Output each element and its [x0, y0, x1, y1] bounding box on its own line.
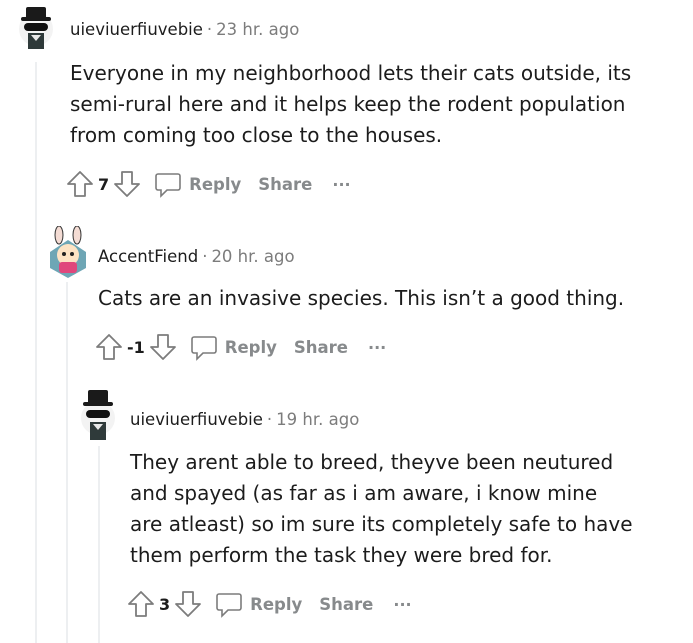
- comment-bubble-icon: [216, 593, 242, 618]
- upvote-icon[interactable]: [127, 589, 155, 619]
- share-label: Share: [319, 594, 374, 614]
- meta-separator: ·: [266, 410, 273, 429]
- share-button[interactable]: Share: [319, 595, 373, 614]
- reply-button[interactable]: Reply: [214, 589, 302, 619]
- timestamp[interactable]: 19 hr. ago: [276, 410, 359, 429]
- snoo-tophat-avatar: [81, 390, 115, 440]
- more-icon: ···: [393, 594, 412, 614]
- comment-body: They arent able to breed, theyve been ne…: [130, 447, 633, 571]
- more-options-button[interactable]: ···: [393, 595, 411, 614]
- author-name[interactable]: uieviuerfiuvebie: [130, 410, 263, 429]
- comment-actions: 3 Reply Share ···: [127, 588, 412, 620]
- reply-label: Reply: [250, 594, 303, 614]
- comment: uieviuerfiuvebie · 19 hr. ago They arent a…: [0, 0, 693, 643]
- vote-score: 3: [159, 594, 171, 614]
- downvote-icon[interactable]: [174, 589, 202, 619]
- avatar[interactable]: [76, 388, 118, 440]
- comment-body-line: They arent able to breed, theyve been ne…: [130, 450, 614, 474]
- comment-body-line: are atleast) so im sure its completely s…: [130, 512, 633, 536]
- comment-body-line: them perform the task they were bred for…: [130, 543, 553, 567]
- comment-body-line: and spayed (as far as i am aware, i know…: [130, 481, 598, 505]
- comment-meta: uieviuerfiuvebie · 19 hr. ago: [130, 410, 359, 429]
